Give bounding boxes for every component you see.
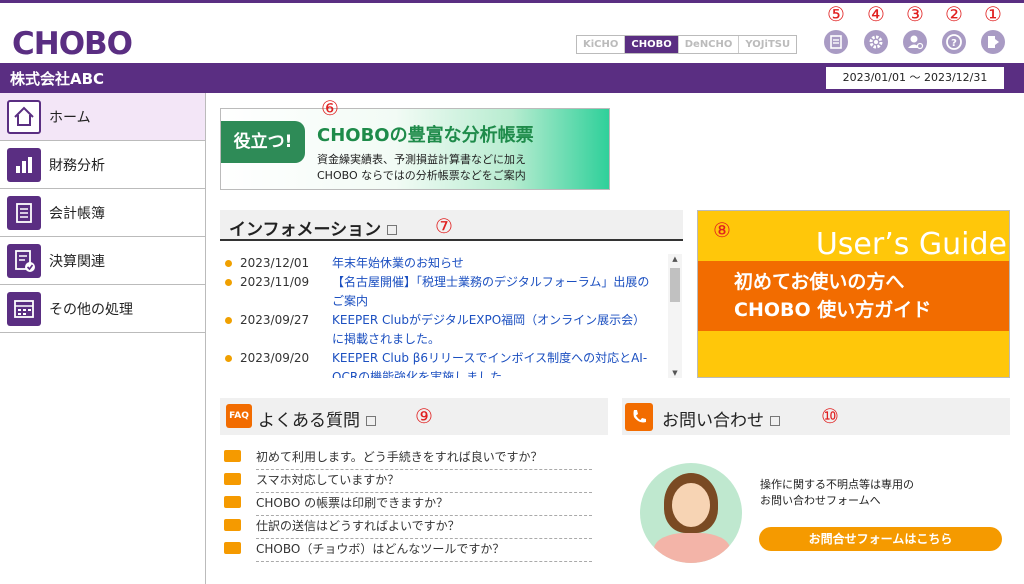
- bar-chart-icon: [7, 147, 41, 182]
- app-root: CHOBO KiCHO CHOBO DeNCHO YOJiTSU ⑤ ④ ③ ②…: [0, 0, 1024, 584]
- news-date: 2023/09/20: [240, 351, 310, 365]
- banner-bubble: 役立つ!: [221, 121, 305, 163]
- guide-heading: User’s Guide: [815, 227, 1007, 262]
- help-icon[interactable]: ?: [942, 30, 966, 54]
- sidebar-item-other[interactable]: その他の処理: [0, 285, 205, 333]
- bullet-icon: [225, 279, 232, 286]
- speech-bubble-icon: [224, 542, 241, 554]
- faq-question[interactable]: CHOBO（チョウボ）はどんなツールですか？: [256, 540, 592, 562]
- faq-item[interactable]: CHOBO（チョウボ）はどんなツールですか？: [224, 538, 594, 562]
- sidebar-item-ledger[interactable]: 会計帳簿: [0, 189, 205, 237]
- faq-question[interactable]: スマホ対応していますか？: [256, 471, 592, 493]
- sidebar-item-label: 会計帳簿: [49, 205, 105, 222]
- external-link-icon[interactable]: [387, 225, 398, 235]
- faq-item[interactable]: 仕訳の送信はどうすればよいですか？: [224, 515, 594, 539]
- information-list: 2023/12/01 年末年始休業のお知らせ 2023/11/09 【名古屋開催】「…: [225, 254, 665, 378]
- speech-bubble-icon: [224, 496, 241, 508]
- speech-bubble-icon: [224, 519, 241, 531]
- marker-4: ④: [867, 2, 885, 26]
- external-link-icon[interactable]: [366, 416, 376, 426]
- news-link[interactable]: 【名古屋開催】「税理士業務のデジタルフォーラム」出展のご案内: [332, 273, 652, 311]
- news-date: 2023/09/27: [240, 313, 310, 327]
- news-date: 2023/11/09: [240, 275, 310, 289]
- list-item: 2023/11/09 【名古屋開催】「税理士業務のデジタルフォーラム」出展のご案内: [225, 273, 665, 311]
- bullet-icon: [225, 260, 232, 267]
- sidebar-item-financial-analysis[interactable]: 財務分析: [0, 141, 205, 189]
- faq-question[interactable]: 仕訳の送信はどうすればよいですか？: [256, 517, 592, 539]
- sidebar-item-settlement[interactable]: 決算関連: [0, 237, 205, 285]
- gear-icon[interactable]: [864, 30, 888, 54]
- settlement-icon: [7, 243, 41, 278]
- list-item: 2023/12/01 年末年始休業のお知らせ: [225, 254, 665, 273]
- faq-item[interactable]: スマホ対応していますか？: [224, 469, 594, 493]
- list-item: 2023/09/27 KEEPER ClubがデジタルEXPO福岡（オンライン展示…: [225, 311, 665, 349]
- contact-line-1: 操作に関する不明点等は専用の: [760, 478, 914, 491]
- scroll-down-icon[interactable]: ▼: [668, 368, 682, 378]
- faq-icon: FAQ: [226, 404, 252, 428]
- banner-title: CHOBOの豊富な分析帳票: [317, 125, 534, 146]
- faq-item[interactable]: CHOBO の帳票は印刷できますか？: [224, 492, 594, 516]
- tab-kicho[interactable]: KiCHO: [577, 36, 626, 53]
- news-link[interactable]: KEEPER ClubがデジタルEXPO福岡（オンライン展示会）に掲載されました…: [332, 311, 652, 349]
- contact-title[interactable]: お問い合わせ: [662, 406, 780, 431]
- company-name: 株式会社ABC: [10, 70, 105, 88]
- speech-bubble-icon: [224, 450, 241, 462]
- product-tabs: KiCHO CHOBO DeNCHO YOJiTSU: [576, 35, 798, 54]
- tab-dencho[interactable]: DeNCHO: [679, 36, 740, 53]
- svg-text:?: ?: [951, 38, 957, 49]
- guide-line-1: 初めてお使いの方へ: [734, 271, 905, 293]
- tab-yojitsu[interactable]: YOJiTSU: [739, 36, 796, 53]
- news-link[interactable]: 年末年始休業のお知らせ: [332, 254, 652, 273]
- faq-list: 初めて利用します。どう手続きをすれば良いですか？ スマホ対応していますか？ CH…: [224, 446, 594, 562]
- contact-form-button[interactable]: お問合せフォームはこちら: [759, 527, 1002, 551]
- speech-bubble-icon: [224, 473, 241, 485]
- marker-7: ⑦: [435, 214, 453, 238]
- home-icon: [7, 99, 41, 134]
- information-scrollbar[interactable]: ▲ ▼: [668, 254, 682, 378]
- news-link[interactable]: KEEPER Club β6リリースでインボイス制度への対応とAI-OCRの機能…: [332, 349, 652, 378]
- banner-line-1: 資金繰実績表、予測損益計算書などに加え: [317, 153, 526, 166]
- bullet-icon: [225, 317, 232, 324]
- sidebar: ホーム 財務分析 会計帳簿 決算関連 その他の処理: [0, 93, 206, 584]
- bullet-icon: [225, 355, 232, 362]
- ledger-icon: [7, 195, 41, 230]
- marker-5: ⑤: [827, 2, 845, 26]
- marker-3: ③: [906, 2, 924, 26]
- faq-item[interactable]: 初めて利用します。どう手続きをすれば良いですか？: [224, 446, 594, 470]
- document-icon[interactable]: [824, 30, 848, 54]
- faq-question[interactable]: 初めて利用します。どう手続きをすれば良いですか？: [256, 448, 592, 470]
- operator-avatar: [640, 463, 742, 563]
- faq-question[interactable]: CHOBO の帳票は印刷できますか？: [256, 494, 592, 516]
- scroll-thumb[interactable]: [670, 268, 680, 302]
- tab-chobo[interactable]: CHOBO: [625, 36, 679, 53]
- sidebar-item-label: その他の処理: [49, 301, 133, 318]
- fiscal-date-range[interactable]: 2023/01/01 ～ 2023/12/31: [826, 67, 1004, 89]
- banner-line-2: CHOBO ならではの分析帳票などをご案内: [317, 169, 526, 182]
- marker-6: ⑥: [321, 96, 339, 120]
- guide-line-2: CHOBO 使い方ガイド: [734, 299, 932, 321]
- marker-1: ①: [984, 2, 1002, 26]
- marker-9: ⑨: [415, 404, 433, 428]
- news-date: 2023/12/01: [240, 256, 310, 270]
- external-link-icon[interactable]: [770, 416, 780, 426]
- faq-title[interactable]: よくある質問: [258, 406, 376, 431]
- sidebar-item-label: 決算関連: [49, 253, 105, 270]
- sidebar-item-label: ホーム: [49, 109, 91, 126]
- marker-8: ⑧: [713, 218, 731, 242]
- contact-line-2: お問い合わせフォームへ: [760, 494, 881, 507]
- marker-10: ⑩: [821, 404, 839, 428]
- information-title[interactable]: インフォメーション: [229, 215, 398, 240]
- sidebar-item-home[interactable]: ホーム: [0, 93, 205, 141]
- scroll-up-icon[interactable]: ▲: [668, 254, 682, 264]
- marker-2: ②: [945, 2, 963, 26]
- phone-icon: [625, 403, 653, 431]
- analysis-report-banner[interactable]: 役立つ! CHOBOの豊富な分析帳票 資金繰実績表、予測損益計算書などに加え C…: [220, 108, 610, 190]
- chobo-logo[interactable]: CHOBO: [12, 26, 133, 62]
- list-item: 2023/09/20 KEEPER Club β6リリースでインボイス制度への対応…: [225, 349, 665, 378]
- user-guide-banner[interactable]: User’s Guide 初めてお使いの方へ CHOBO 使い方ガイド: [697, 210, 1010, 378]
- user-settings-icon[interactable]: [903, 30, 927, 54]
- logout-icon[interactable]: [981, 30, 1005, 54]
- calendar-icon: [7, 291, 41, 326]
- sidebar-item-label: 財務分析: [49, 157, 105, 174]
